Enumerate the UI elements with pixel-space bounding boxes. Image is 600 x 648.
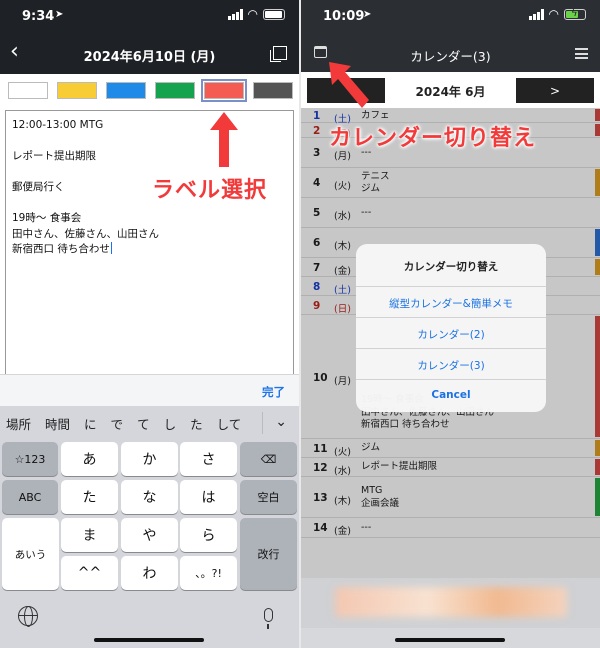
wifi-icon: ◠ xyxy=(247,7,258,21)
chevron-down-icon[interactable]: ⌄ xyxy=(275,414,287,430)
memo-line xyxy=(12,134,287,150)
status-time: 10:09 xyxy=(323,9,365,24)
wifi-icon: ◠ xyxy=(548,7,559,21)
key-a[interactable]: あ xyxy=(61,442,118,476)
suggestion-item[interactable]: た xyxy=(190,414,203,433)
memo-line-text: 19時～ 食事会 xyxy=(12,212,82,224)
calendar-switch-dialog: カレンダー切り替え 縦型カレンダー&簡単メモ カレンダー(2) カレンダー(3) Ca… xyxy=(356,244,546,412)
memo-line: 新宿西口 待ち合わせ xyxy=(12,242,287,258)
option-calendar-2[interactable]: カレンダー(2) xyxy=(356,317,546,348)
memo-line: レポート提出期限 xyxy=(12,149,287,165)
left-screen: 9:34 ➤ ◠ ‹ 2024年6月10日 (月) 12:00-13:00 MT… xyxy=(0,0,299,648)
memo-line: 田中さん、佐藤さん、山田さん xyxy=(12,227,287,243)
suggestion-item[interactable]: 場所 xyxy=(6,414,31,433)
status-bar: 10:09 ➤ ◠ ϟ xyxy=(301,0,600,36)
key-ta[interactable]: た xyxy=(61,480,118,514)
key-sa[interactable]: さ xyxy=(180,442,237,476)
key-ra[interactable]: ら xyxy=(180,518,237,552)
battery-charging-icon: ϟ xyxy=(564,8,586,20)
option-vertical-calendar[interactable]: 縦型カレンダー&簡単メモ xyxy=(356,286,546,317)
signal-icon xyxy=(528,9,544,20)
cancel-button[interactable]: Cancel xyxy=(356,379,546,410)
key-wa[interactable]: わ xyxy=(121,556,178,590)
bottom-area xyxy=(301,628,600,648)
key-na[interactable]: な xyxy=(121,480,178,514)
suggestion-item[interactable]: で xyxy=(111,414,124,433)
memo-line: 19時～ 食事会 xyxy=(12,211,287,227)
annotation-arrow-up-icon xyxy=(210,112,238,167)
top-nav-bar: ‹ 2024年6月10日 (月) xyxy=(0,34,299,74)
ad-banner[interactable] xyxy=(301,578,600,628)
label-swatch[interactable] xyxy=(8,82,48,99)
memo-line-text: 12:00-13:00 MTG xyxy=(12,119,104,131)
suggestion-item[interactable]: し xyxy=(164,414,177,433)
suggestion-bar: 場所 時間にでてしたして ⌄ xyxy=(0,406,299,440)
label-swatch[interactable] xyxy=(155,82,195,99)
abc-key[interactable]: ABC xyxy=(2,480,58,514)
option-calendar-3[interactable]: カレンダー(3) xyxy=(356,348,546,379)
keyboard-toolbar: 完了 xyxy=(0,374,299,406)
japanese-keyboard: ☆123 あかさ ⌫ ABC たなは空白まやら あいう 改行 ^^ わ、。?! xyxy=(0,440,299,648)
microphone-icon[interactable] xyxy=(264,608,273,629)
status-bar: 9:34 ➤ ◠ xyxy=(0,0,299,34)
aiu-key[interactable]: あいう xyxy=(2,518,59,590)
location-icon: ➤ xyxy=(55,9,64,20)
memo-line-text: 田中さん、佐藤さん、山田さん xyxy=(12,227,159,240)
text-caret xyxy=(110,242,112,254)
punctuation-key[interactable]: 、。?! xyxy=(180,556,237,590)
annotation-arrow-diagonal-icon xyxy=(329,62,369,108)
copy-icon[interactable] xyxy=(270,46,287,62)
battery-icon xyxy=(263,9,285,20)
dialog-title: カレンダー切り替え xyxy=(403,261,499,273)
space-key[interactable]: 空白 xyxy=(240,480,297,514)
memo-line-text: 郵便局行く xyxy=(12,181,65,193)
numbers-key[interactable]: ☆123 xyxy=(2,442,58,476)
memo-line: 12:00-13:00 MTG xyxy=(12,118,287,134)
next-month-button[interactable]: > xyxy=(516,78,594,103)
label-color-picker xyxy=(8,79,298,102)
label-swatch[interactable] xyxy=(201,79,247,102)
label-swatch[interactable] xyxy=(57,82,97,99)
home-indicator xyxy=(94,638,204,642)
done-button[interactable]: 完了 xyxy=(262,384,285,400)
annotation-label: カレンダー切り替え xyxy=(329,126,537,151)
annotation-label: ラベル選択 xyxy=(152,178,268,203)
suggestion-item[interactable]: して xyxy=(217,414,242,433)
label-swatch[interactable] xyxy=(253,82,293,99)
page-title: 2024年6月10日 (月) xyxy=(83,50,216,65)
key-ka[interactable]: か xyxy=(121,442,178,476)
memo-line-text: レポート提出期限 xyxy=(12,150,96,162)
key-ha[interactable]: は xyxy=(180,480,237,514)
return-key[interactable]: 改行 xyxy=(240,518,297,590)
globe-icon[interactable] xyxy=(18,606,38,627)
signal-icon xyxy=(227,9,243,20)
key-ma[interactable]: ま xyxy=(61,518,118,552)
memo-line-text: 新宿西口 待ち合わせ xyxy=(12,243,110,255)
status-time: 9:34 xyxy=(22,9,55,24)
memo-textarea[interactable]: 12:00-13:00 MTG レポート提出期限 郵便局行く 19時～ 食事会田中さん… xyxy=(5,110,294,380)
key-ya[interactable]: や xyxy=(121,518,178,552)
suggestion-item[interactable]: 時間 xyxy=(45,414,70,433)
hamburger-menu-icon[interactable] xyxy=(575,48,588,59)
suggestion-item[interactable]: て xyxy=(137,414,150,433)
location-icon: ➤ xyxy=(363,9,372,20)
backspace-key[interactable]: ⌫ xyxy=(240,442,297,476)
label-swatch[interactable] xyxy=(106,82,146,99)
right-screen: 10:09 ➤ ◠ ϟ カレンダー(3) 2024年 6月 > 1 (土) カフェ 2… xyxy=(301,0,600,648)
suggestion-item[interactable]: に xyxy=(84,414,97,433)
dakuten-key[interactable]: ^^ xyxy=(61,556,118,590)
home-indicator xyxy=(395,638,505,642)
